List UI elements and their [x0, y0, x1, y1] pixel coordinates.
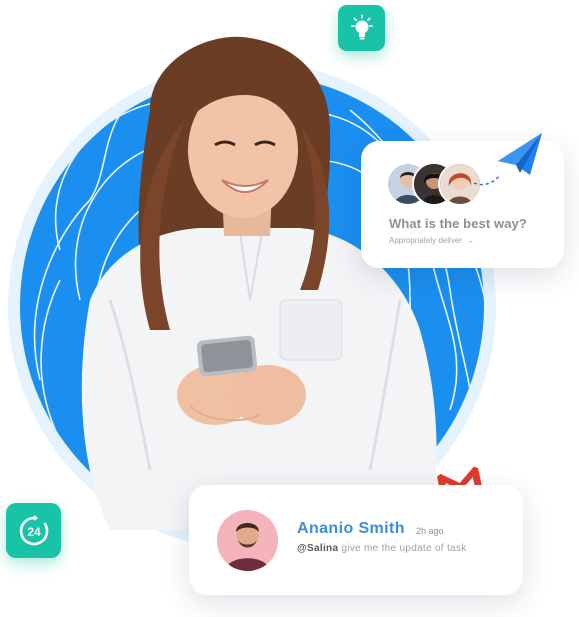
message-card: Ananio Smith 2h ago @Salina give me the …	[189, 485, 523, 595]
paper-plane-icon	[473, 133, 542, 186]
mention: @Salina	[297, 543, 339, 554]
hero-illustration: 24 What is the best way? Appropriately d…	[0, 0, 579, 617]
question-title: What is the best way?	[389, 216, 527, 231]
message-time: 2h ago	[416, 526, 444, 536]
arrow-right-icon: →	[466, 236, 475, 245]
lightbulb-icon	[350, 14, 373, 40]
message-body: give me the update of task	[341, 543, 467, 554]
24-hours-icon: 24	[19, 514, 48, 545]
avatar	[217, 510, 278, 571]
deliver-link[interactable]: Appropriately deliver →	[389, 236, 474, 245]
lightbulb-badge	[338, 5, 385, 51]
svg-text:24: 24	[27, 525, 41, 539]
deliver-link-label: Appropriately deliver	[389, 236, 462, 245]
sender-name: Ananio Smith	[297, 520, 405, 537]
message-preview: @Salina give me the update of task	[297, 543, 467, 554]
24-hours-badge: 24	[6, 503, 61, 558]
